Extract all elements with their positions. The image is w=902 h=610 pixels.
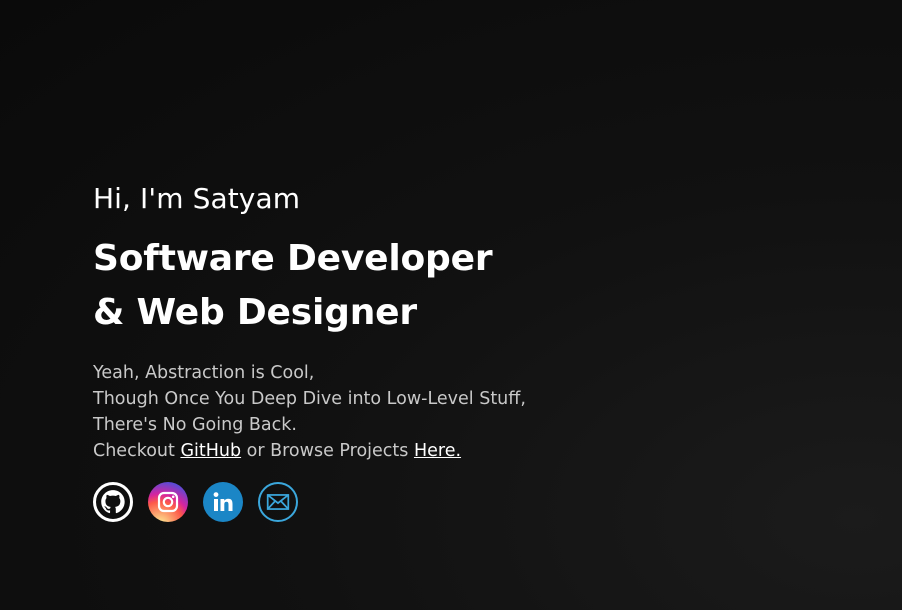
bio-middle: or Browse Projects [241,441,414,461]
linkedin-button[interactable] [203,482,243,522]
headline-line-1: Software Developer [93,238,493,279]
bio: Yeah, Abstraction is Cool, Though Once Y… [93,360,653,464]
bio-line-3: There's No Going Back. [93,415,297,435]
github-link[interactable]: GitHub [180,441,241,461]
github-button[interactable] [93,482,133,522]
instagram-button[interactable] [148,482,188,522]
headline-line-2: & Web Designer [93,292,417,333]
hero-section: Hi, I'm Satyam Software Developer & Web … [93,180,653,522]
mail-button[interactable] [258,482,298,522]
bio-line-1: Yeah, Abstraction is Cool, [93,363,315,383]
headline: Software Developer & Web Designer [93,232,653,340]
greeting: Hi, I'm Satyam [93,182,301,215]
mail-icon [266,494,290,510]
instagram-icon [157,491,179,513]
bio-prefix: Checkout [93,441,181,461]
github-icon [101,490,125,514]
bio-line-4: Checkout GitHub or Browse Projects Here. [93,438,653,464]
projects-link[interactable]: Here. [414,441,461,461]
social-links [93,482,653,522]
linkedin-icon [213,492,233,511]
bio-line-2: Though Once You Deep Dive into Low-Level… [93,389,526,409]
